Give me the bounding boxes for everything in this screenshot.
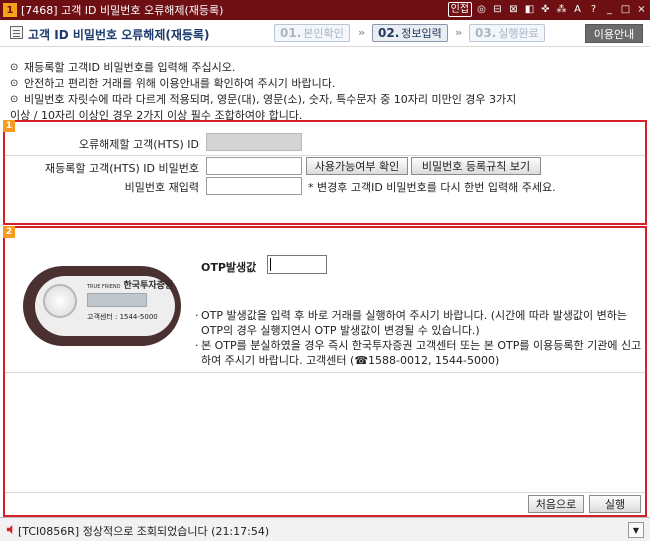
otp-value-label: OTP발생값: [201, 261, 257, 274]
new-password-label: 재등록할 고객(HTS) ID 비밀번호: [45, 162, 199, 175]
window-title: [7468] 고객 ID 비밀번호 오류해제(재등록): [21, 4, 224, 17]
notice-text: 재등록할 고객ID 비밀번호를 입력해 주십시오.: [24, 61, 236, 74]
otp-token-brand: TRUE FRIEND 한국투자증권: [87, 278, 173, 291]
notice-list: ⊙ 재등록할 고객ID 비밀번호를 입력해 주십시오. ⊙ 안전하고 편리한 거…: [10, 60, 645, 124]
otp-notes: · OTP 발생값을 입력 후 바로 거래를 실행하여 주시기 바랍니다. (시…: [195, 308, 645, 368]
section-badge: 2: [3, 226, 15, 238]
token-brand-small: TRUE FRIEND: [87, 284, 121, 290]
customer-id-field: [206, 133, 302, 151]
action-bar: 처음으로 실행: [5, 492, 645, 515]
speaker-icon: [6, 525, 13, 534]
confirm-password-label: 비밀번호 재입력: [124, 181, 199, 194]
font-size-icon[interactable]: A: [571, 2, 584, 17]
notice-item: ⊙ 안전하고 편리한 거래를 위해 이용안내를 확인하여 주시기 바랍니다.: [10, 76, 645, 92]
document-icon: [10, 26, 23, 39]
minimize-button[interactable]: _: [603, 2, 616, 17]
bullet-icon: ⊙: [10, 62, 19, 73]
step-2-info-input: 02. 정보입력: [372, 24, 448, 42]
section-password-entry: 1 오류해제할 고객(HTS) ID 재등록할 고객(HTS) ID 비밀번호 …: [3, 120, 647, 225]
notice-item: ⊙ 비밀번호 자릿수에 따라 다르게 적용되며, 영문(대), 영문(소), 숫…: [10, 92, 645, 108]
pin-icon[interactable]: ✜: [539, 2, 552, 17]
notice-text: 안전하고 편리한 거래를 위해 이용안내를 확인하여 주시기 바랍니다.: [24, 77, 336, 90]
layout-icon[interactable]: ◧: [523, 2, 536, 17]
otp-note-text: OTP 발생값을 입력 후 바로 거래를 실행하여 주시기 바랍니다. (시간에…: [201, 309, 627, 337]
otp-token-screen: [87, 293, 147, 307]
bullet-icon: ·: [195, 339, 199, 352]
execute-button[interactable]: 실행: [589, 495, 641, 513]
step-number: 01.: [280, 26, 302, 40]
divider: [5, 372, 645, 373]
page-title: 고객 ID 비밀번호 오류해제(재등록): [28, 28, 210, 42]
check-availability-button[interactable]: 사용가능여부 확인: [306, 157, 408, 175]
otp-value-input[interactable]: [267, 255, 327, 274]
step-number: 03.: [475, 26, 497, 40]
step-label: 본인확인: [303, 27, 344, 40]
page-header: 고객 ID 비밀번호 오류해제(재등록) 01. 본인확인 » 02. 정보입력…: [0, 20, 650, 47]
otp-note-item: · OTP 발생값을 입력 후 바로 거래를 실행하여 주시기 바랍니다. (시…: [195, 308, 645, 338]
help-icon[interactable]: ?: [587, 2, 600, 17]
link-screen-button[interactable]: 인접: [447, 2, 472, 17]
bullet-icon: ·: [195, 309, 199, 322]
split-screen-icon[interactable]: ⊟: [491, 2, 504, 17]
divider: [5, 155, 645, 156]
status-message: [TCI0856R] 정상적으로 조회되었습니다 (21:17:54): [18, 525, 270, 538]
maximize-button[interactable]: □: [619, 2, 632, 17]
confirm-password-input[interactable]: [206, 177, 302, 195]
bullet-icon: ⊙: [10, 94, 19, 105]
tools-icon[interactable]: ⁂: [555, 2, 568, 17]
customer-id-label: 오류해제할 고객(HTS) ID: [78, 138, 199, 151]
window-titlebar: 1 [7468] 고객 ID 비밀번호 오류해제(재등록) 인접 ◎ ⊟ ⊠ ◧…: [0, 0, 650, 20]
close-screen-icon[interactable]: ⊠: [507, 2, 520, 17]
titlebar-controls: 인접 ◎ ⊟ ⊠ ◧ ✜ ⁂ A ? _ □ ×: [447, 2, 648, 17]
otp-note-text: 본 OTP를 분실하였을 경우 즉시 한국투자증권 고객센터 또는 본 OTP를…: [201, 339, 642, 367]
status-dropdown-button[interactable]: ▼: [628, 522, 644, 538]
bullet-icon: ⊙: [10, 78, 19, 89]
chevron-right-icon: »: [455, 26, 463, 39]
otp-token-phone: 고객센터 : 1544-5000: [87, 313, 158, 321]
usage-guide-button[interactable]: 이용안내: [585, 24, 643, 43]
step-3-complete: 03. 실행완료: [469, 24, 545, 42]
close-button[interactable]: ×: [635, 2, 648, 17]
reset-button[interactable]: 처음으로: [528, 495, 584, 513]
step-label: 실행완료: [498, 27, 539, 40]
chevron-right-icon: »: [358, 26, 366, 39]
otp-token-image: TRUE FRIEND 한국투자증권 고객센터 : 1544-5000: [23, 266, 181, 346]
settings-icon[interactable]: ◎: [475, 2, 488, 17]
step-number: 02.: [378, 26, 400, 40]
new-password-input[interactable]: [206, 157, 302, 175]
confirm-password-note: * 변경후 고객ID 비밀번호를 다시 한번 입력해 주세요.: [308, 181, 556, 194]
otp-note-item: · 본 OTP를 분실하였을 경우 즉시 한국투자증권 고객센터 또는 본 OT…: [195, 338, 645, 368]
app-icon: 1: [3, 3, 17, 17]
token-brand-text: 한국투자증권: [123, 281, 174, 291]
notice-text: 비밀번호 자릿수에 따라 다르게 적용되며, 영문(대), 영문(소), 숫자,…: [24, 93, 517, 106]
otp-token-button-icon: [43, 284, 77, 318]
section-otp: 2 TRUE FRIEND 한국투자증권 고객센터 : 1544-5000 OTP…: [3, 226, 647, 517]
step-1-identity: 01. 본인확인: [274, 24, 350, 42]
status-bar: [TCI0856R] 정상적으로 조회되었습니다 (21:17:54) ▼: [0, 517, 650, 541]
notice-item: ⊙ 재등록할 고객ID 비밀번호를 입력해 주십시오.: [10, 60, 645, 76]
step-label: 정보입력: [401, 27, 442, 40]
password-rules-button[interactable]: 비밀번호 등록규칙 보기: [411, 157, 541, 175]
section-badge: 1: [3, 120, 15, 132]
